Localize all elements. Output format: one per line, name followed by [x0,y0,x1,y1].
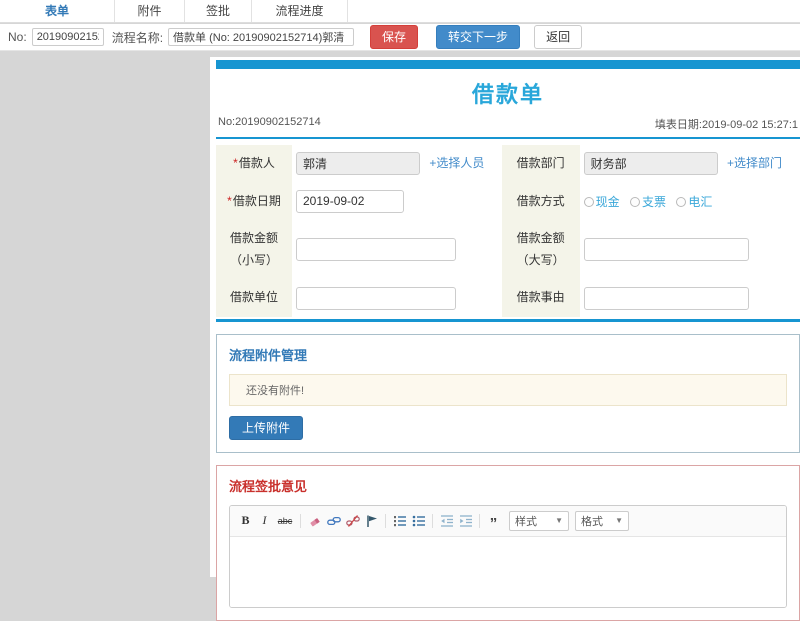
amount-big-label-cell: 借款金额（大写） [501,220,580,280]
indent-icon[interactable] [457,513,474,529]
toolbar-separator [385,513,386,528]
loan-date-input-cell [292,182,502,221]
method-input-cell: 现金 支票 电汇 [579,182,800,221]
borrower-input-cell: +选择人员 [292,145,502,183]
divider-line-bottom [216,318,800,322]
reason-label-cell: 借款事由 [501,279,580,317]
remove-format-icon[interactable] [306,513,323,529]
bold-icon[interactable]: B [237,513,254,529]
no-input[interactable] [31,28,104,46]
reason-input-cell [579,279,800,317]
no-attachments-alert: 还没有附件! [229,373,787,406]
tab-form[interactable]: 表单 [0,0,115,22]
rich-text-editor: B I abc ” 样式 ▼ 格式 ▼ [229,504,787,608]
divider-line-top [216,137,800,139]
flow-name-input[interactable] [168,28,355,46]
method-label-cell: 借款方式 [501,182,580,221]
flow-name-label: 流程名称: [111,30,164,45]
action-toolbar: No: 流程名称: 保存 转交下一步 返回 [0,24,800,51]
attachments-heading: 流程附件管理 [229,347,308,363]
editor-content-area[interactable] [230,536,786,607]
form-no-text: No:20190902152714 [218,116,321,128]
unit-input[interactable] [296,286,456,310]
borrower-label-cell: *借款人 [216,145,292,183]
radio-cash[interactable]: 现金 [583,195,620,209]
select-person-link[interactable]: +选择人员 [429,156,484,170]
radio-circle-icon[interactable] [630,196,641,207]
tab-progress[interactable]: 流程进度 [252,0,348,22]
reason-input[interactable] [583,286,749,310]
tab-approval[interactable]: 签批 [185,0,252,22]
radio-wire[interactable]: 电汇 [676,195,712,209]
amount-small-input-cell [292,220,502,280]
select-department-link[interactable]: +选择部门 [727,156,782,170]
toolbar-separator [300,513,301,528]
borrower-input[interactable] [296,152,420,176]
toolbar-separator [479,513,480,528]
unlink-icon[interactable] [344,513,361,529]
upload-attachment-button[interactable]: 上传附件 [229,415,304,440]
approval-heading: 流程签批意见 [229,478,308,494]
department-input[interactable] [583,152,718,176]
italic-icon[interactable]: I [256,513,273,529]
save-button[interactable]: 保存 [370,25,419,49]
unit-input-cell [292,279,502,317]
form-title: 借款单 [471,82,544,107]
back-button[interactable]: 返回 [534,25,583,49]
table-row: *借款日期 借款方式 现金 支票 电汇 [216,182,800,221]
outdent-icon[interactable] [438,513,455,529]
table-row: 借款金额（小写） 借款金额（大写） [216,220,800,280]
format-select[interactable]: 格式 ▼ [575,510,629,531]
table-row: 借款单位 借款事由 [216,279,800,317]
tab-attachments[interactable]: 附件 [115,0,185,22]
top-accent-bar [216,60,800,69]
no-label: No: [8,30,27,44]
top-tab-bar: 表单 附件 签批 流程进度 [0,0,800,23]
loan-form-table: *借款人 +选择人员 借款部门 +选择部门 *借款日期 借款方式 [216,145,800,317]
radio-cheque[interactable]: 支票 [630,195,666,209]
attachments-section: 流程附件管理 还没有附件! 上传附件 [216,333,800,453]
radio-circle-icon[interactable] [676,196,687,207]
radio-circle-icon[interactable] [583,196,594,207]
department-label-cell: 借款部门 [501,145,580,183]
anchor-flag-icon[interactable] [363,513,380,529]
amount-small-label-cell: 借款金额（小写） [216,220,292,280]
department-input-cell: +选择部门 [579,145,800,183]
amount-big-input[interactable] [583,238,749,262]
toolbar-separator [432,513,433,528]
loan-date-input[interactable] [296,189,404,213]
style-select[interactable]: 样式 ▼ [509,510,569,531]
chevron-down-icon: ▼ [555,516,563,526]
next-step-button[interactable]: 转交下一步 [436,25,521,49]
required-mark: * [227,193,232,208]
unit-label-cell: 借款单位 [216,279,292,317]
editor-toolbar: B I abc ” 样式 ▼ 格式 ▼ [230,505,786,537]
amount-small-input[interactable] [296,238,456,262]
form-date-text: 填表日期:2019-09-02 15:27:1 [654,119,798,131]
strikethrough-icon[interactable]: abc [275,513,295,529]
amount-big-input-cell [579,220,800,280]
bulleted-list-icon[interactable] [410,513,427,529]
blockquote-icon[interactable]: ” [485,513,502,531]
approval-section: 流程签批意见 B I abc ” 样式 ▼ 格式 ▼ [216,464,800,621]
link-icon[interactable] [325,513,342,529]
table-row: *借款人 +选择人员 借款部门 +选择部门 [216,145,800,183]
required-mark: * [233,156,238,170]
form-meta-row: No:20190902152714 填表日期:2019-09-02 15:27:… [216,116,800,137]
chevron-down-icon: ▼ [615,516,623,526]
loan-date-label-cell: *借款日期 [216,182,292,221]
loan-form-card: 借款单 No:20190902152714 填表日期:2019-09-02 15… [210,57,800,621]
numbered-list-icon[interactable] [391,513,408,529]
